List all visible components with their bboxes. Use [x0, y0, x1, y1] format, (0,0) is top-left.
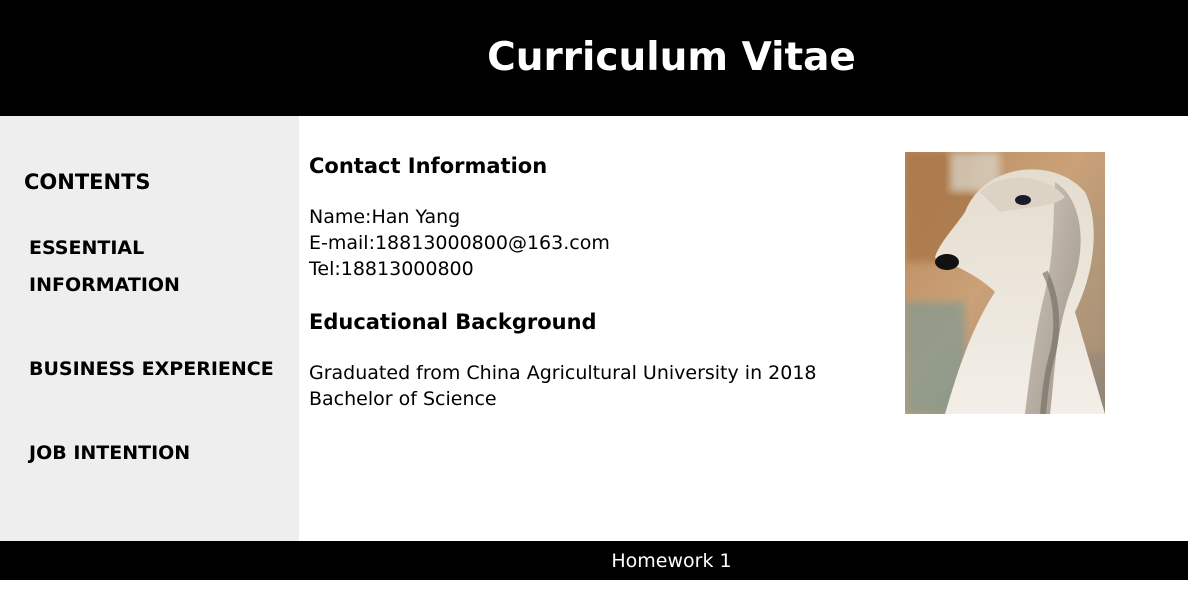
sidebar-title: CONTENTS [24, 170, 151, 194]
profile-photo [905, 152, 1105, 414]
sidebar-item-label: JOB INTENTION [29, 442, 191, 464]
page-title: Curriculum Vitae [487, 35, 856, 80]
sidebar-item-label-line2: INFORMATION [29, 274, 180, 296]
page-footer: Homework 1 [0, 541, 1188, 580]
sidebar-item-label-line1: ESSENTIAL [29, 237, 145, 259]
sidebar-item-essential-information[interactable]: ESSENTIAL INFORMATION [29, 230, 279, 304]
sidebar: CONTENTS ESSENTIAL INFORMATION BUSINESS … [0, 116, 299, 541]
contact-tel: Tel:18813000800 [309, 258, 474, 280]
sidebar-item-business-experience[interactable]: BUSINESS EXPERIENCE [29, 351, 279, 388]
education-heading: Educational Background [309, 310, 597, 334]
contact-name: Name:Han Yang [309, 206, 461, 228]
contact-email: E-mail:18813000800@163.com [309, 232, 610, 254]
contact-heading: Contact Information [309, 154, 548, 178]
page-header: Curriculum Vitae [0, 0, 1188, 116]
sidebar-item-job-intention[interactable]: JOB INTENTION [29, 435, 279, 472]
sidebar-item-label: BUSINESS EXPERIENCE [29, 358, 274, 380]
education-line-2: Bachelor of Science [309, 388, 497, 410]
main-content: Contact Information Name:Han Yang E-mail… [299, 116, 1188, 541]
contact-details: Name:Han Yang E-mail:18813000800@163.com… [309, 204, 610, 282]
footer-text: Homework 1 [611, 550, 732, 572]
education-line-1: Graduated from China Agricultural Univer… [309, 362, 817, 384]
education-details: Graduated from China Agricultural Univer… [309, 360, 817, 412]
dog-photo-icon [905, 152, 1105, 414]
